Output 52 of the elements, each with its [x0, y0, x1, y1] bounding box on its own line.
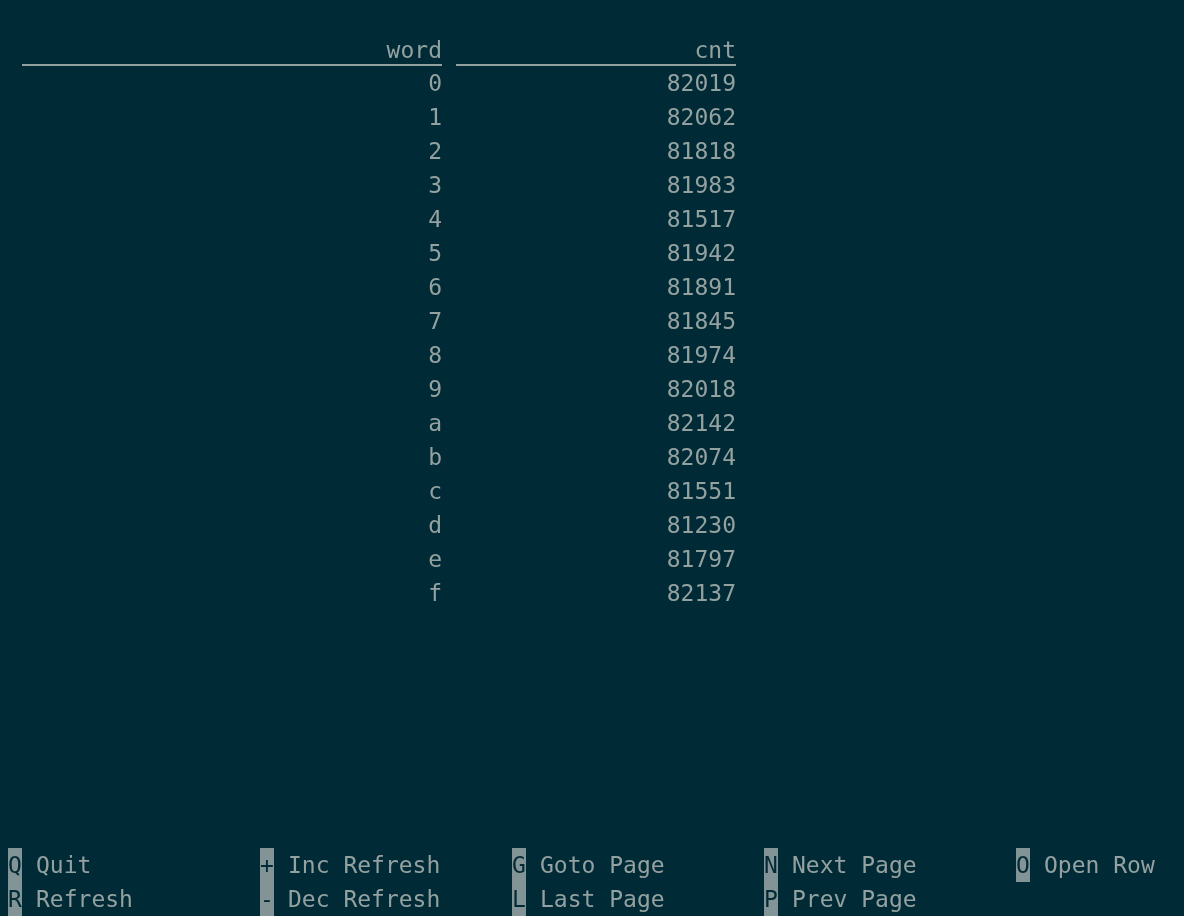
table-cell-text: 81797	[665, 545, 736, 574]
shortcut-key[interactable]: Q	[8, 848, 22, 882]
shortcut-key[interactable]: +	[260, 848, 274, 882]
table-cell-text: 81983	[665, 171, 736, 200]
table-cell-text: 82018	[665, 375, 736, 404]
shortcut-label: Last Page	[540, 885, 665, 914]
shortcut-label: Next Page	[792, 851, 917, 880]
shortcut-key[interactable]: R	[8, 882, 22, 916]
table-cell-text: a	[427, 409, 442, 438]
shortcut-key[interactable]: O	[1016, 848, 1030, 882]
table-cell-text: 82062	[665, 103, 736, 132]
shortcut-key[interactable]: N	[764, 848, 778, 882]
table-cell-text: 9	[427, 375, 442, 404]
table-cell-text: 82019	[665, 69, 736, 98]
shortcut-label: Refresh	[36, 885, 133, 914]
table-cell-text: 5	[427, 239, 442, 268]
table-cell-text: 82137	[665, 579, 736, 608]
column-header: cnt	[456, 36, 736, 66]
table-cell-text: 81517	[665, 205, 736, 234]
shortcut-label: Dec Refresh	[288, 885, 441, 914]
table-cell-text: 4	[427, 205, 442, 234]
shortcut-label: Goto Page	[540, 851, 665, 880]
table-cell-text: 81974	[665, 341, 736, 370]
shortcut-key[interactable]: L	[512, 882, 526, 916]
table-cell-text: 6	[427, 273, 442, 302]
table-cell-text: 81230	[665, 511, 736, 540]
table-cell-text: 81845	[665, 307, 736, 336]
shortcut-label: Inc Refresh	[288, 851, 441, 880]
table-cell-text: 3	[427, 171, 442, 200]
shortcut-label: Prev Page	[792, 885, 917, 914]
column-header: word	[22, 36, 442, 66]
shortcut-label: Open Row	[1044, 851, 1155, 880]
table-cell-text: d	[427, 511, 442, 540]
table-cell-text: c	[427, 477, 442, 506]
shortcut-key[interactable]: G	[512, 848, 526, 882]
table-cell-text: 1	[427, 103, 442, 132]
shortcut-key[interactable]: -	[260, 882, 274, 916]
table-cell-text: e	[427, 545, 442, 574]
shortcut-label: Quit	[36, 851, 92, 880]
table-cell-text: 0	[427, 69, 442, 98]
table-cell-text: 7	[427, 307, 442, 336]
table-cell-text: 81891	[665, 273, 736, 302]
table-cell-text: 82074	[665, 443, 736, 472]
table-cell-text: 2	[427, 137, 442, 166]
table-cell-text: b	[427, 443, 442, 472]
table-cell-text: 8	[427, 341, 442, 370]
table-cell-text: 81942	[665, 239, 736, 268]
table-cell-text: 81818	[665, 137, 736, 166]
table-cell-text: f	[427, 579, 442, 608]
shortcut-key[interactable]: P	[764, 882, 778, 916]
table-cell-text: 81551	[665, 477, 736, 506]
table-cell-text: 82142	[665, 409, 736, 438]
